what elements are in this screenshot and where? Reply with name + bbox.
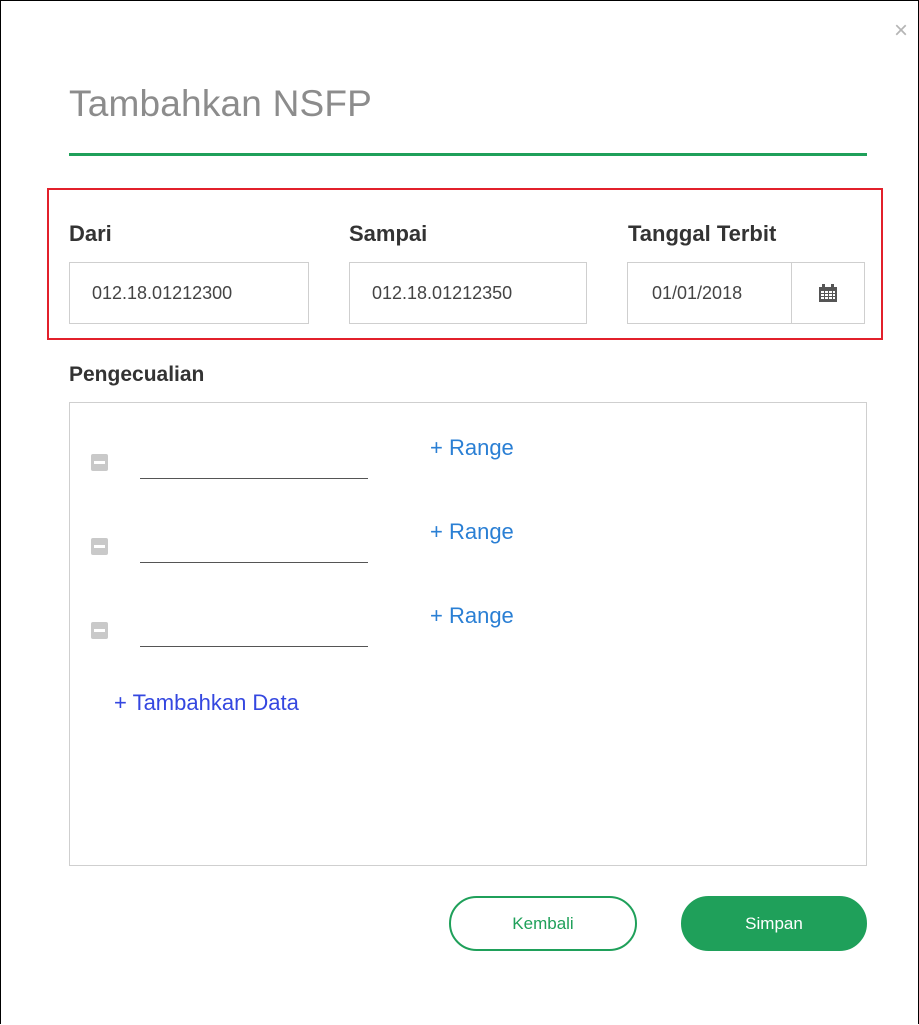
exclusion-input[interactable]: [140, 443, 368, 479]
dialog-title: Tambahkan NSFP: [69, 83, 373, 124]
dari-label: Dari: [69, 221, 112, 246]
add-nsfp-dialog: × Tambahkan NSFP Dari Sampai Tanggal Ter…: [0, 0, 919, 1024]
exclusion-panel: + Range + Range + Range + Tambahkan Data: [69, 402, 867, 866]
exclusion-row: + Range: [70, 603, 866, 651]
pengecualian-label: Pengecualian: [69, 363, 205, 386]
add-range-link[interactable]: + Range: [430, 603, 514, 629]
dari-input[interactable]: [69, 262, 309, 324]
add-range-link[interactable]: + Range: [430, 519, 514, 545]
tanggal-terbit-input[interactable]: [628, 263, 791, 323]
exclusion-input[interactable]: [140, 611, 368, 647]
back-button[interactable]: Kembali: [449, 896, 637, 951]
add-data-link[interactable]: + Tambahkan Data: [114, 690, 299, 716]
exclusion-row: + Range: [70, 435, 866, 483]
title-divider: [69, 153, 867, 156]
date-picker: [627, 262, 865, 324]
calendar-button[interactable]: [791, 263, 864, 323]
close-icon[interactable]: ×: [889, 19, 913, 43]
remove-row-icon[interactable]: [91, 622, 108, 639]
remove-row-icon[interactable]: [91, 454, 108, 471]
save-button[interactable]: Simpan: [681, 896, 867, 951]
tanggal-terbit-label: Tanggal Terbit: [628, 221, 777, 246]
sampai-label: Sampai: [349, 221, 428, 246]
remove-row-icon[interactable]: [91, 538, 108, 555]
sampai-input[interactable]: [349, 262, 587, 324]
exclusion-input[interactable]: [140, 527, 368, 563]
add-range-link[interactable]: + Range: [430, 435, 514, 461]
calendar-icon: [819, 284, 837, 302]
exclusion-row: + Range: [70, 519, 866, 567]
